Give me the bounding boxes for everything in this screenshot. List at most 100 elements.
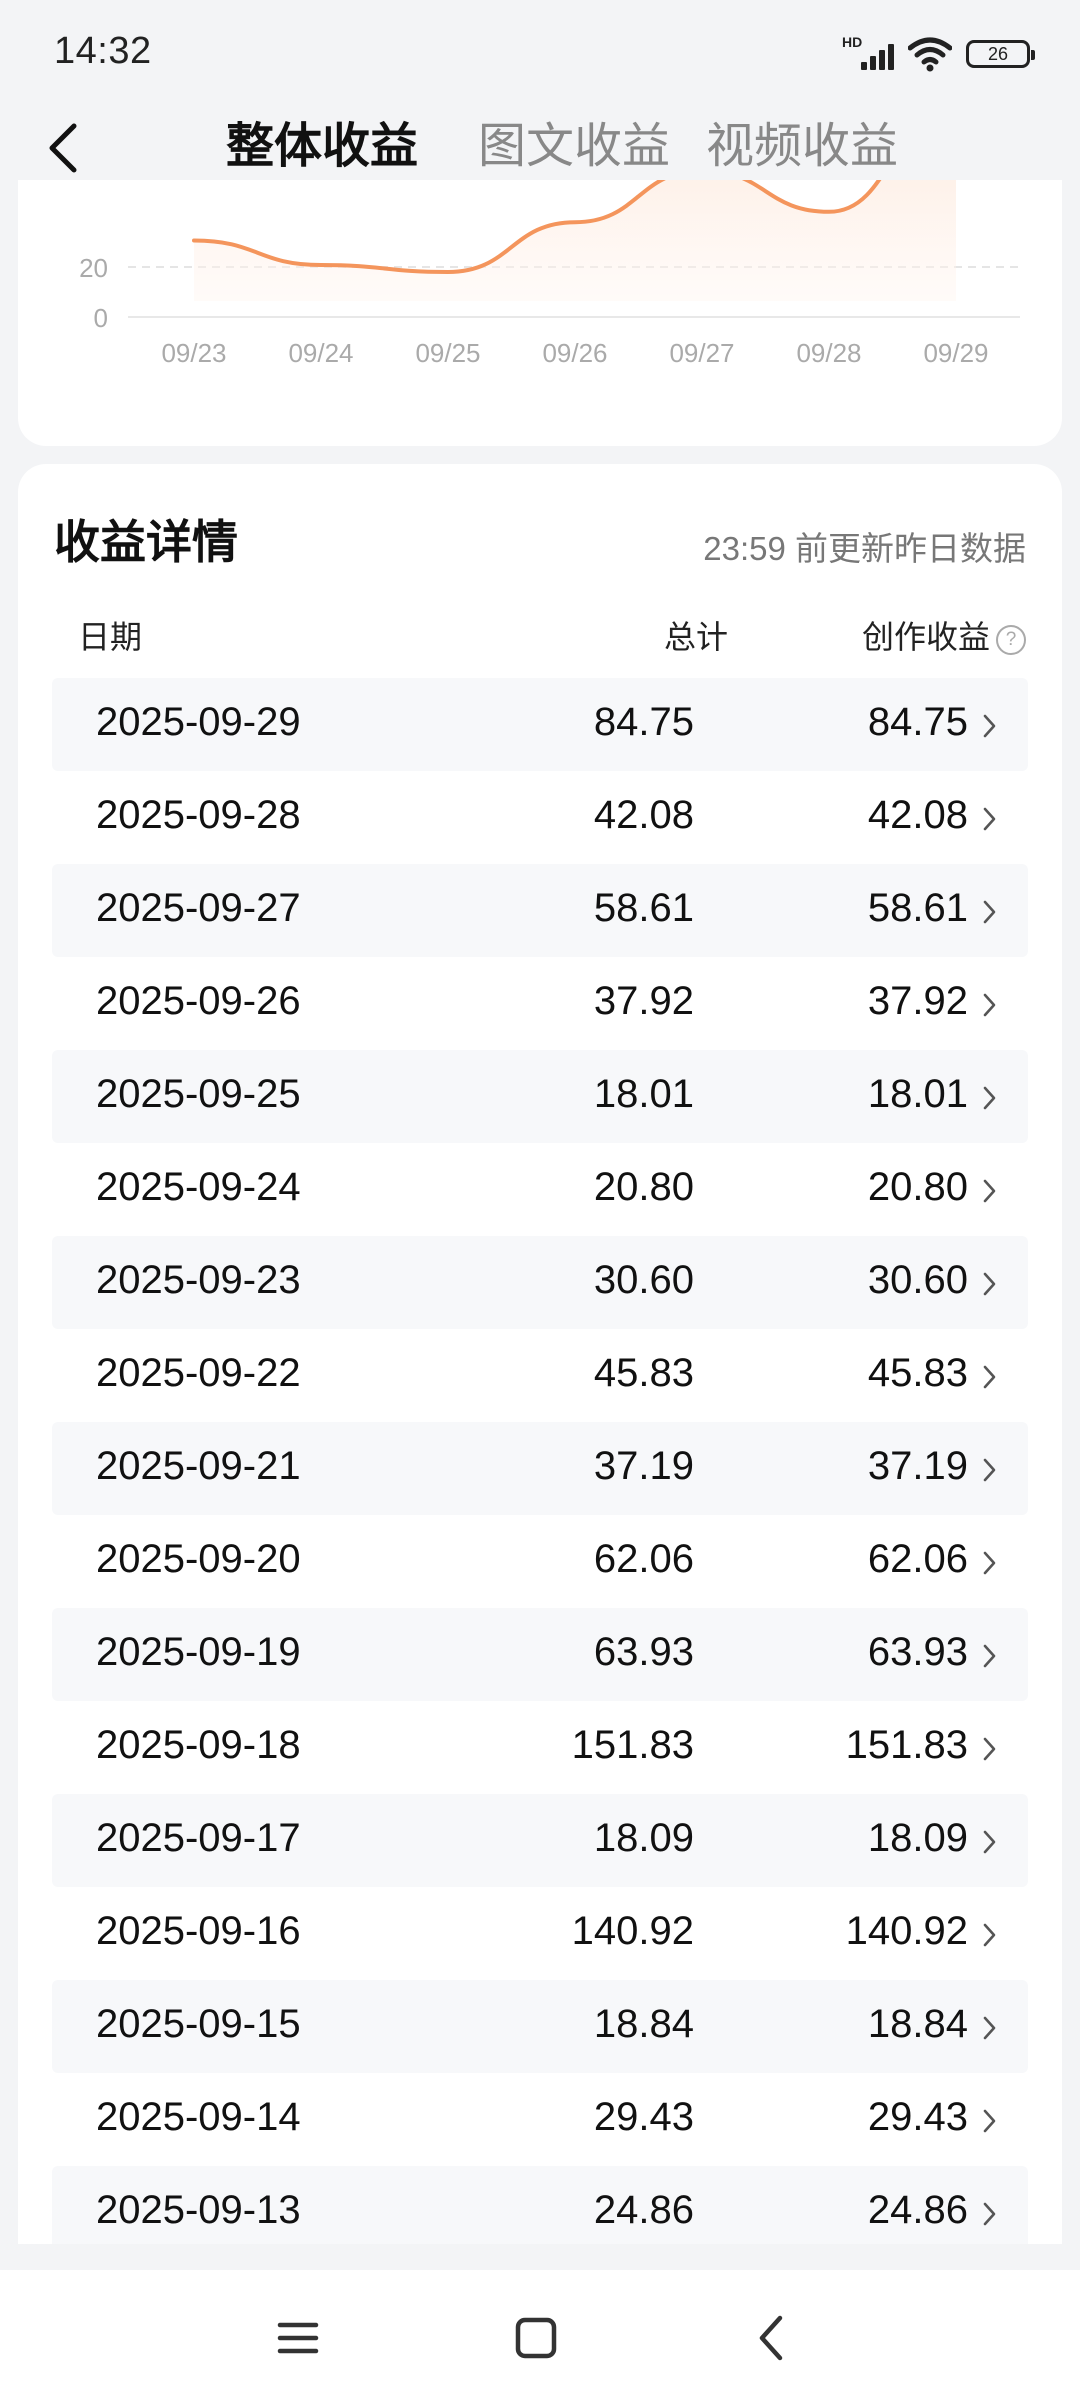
update-note: 23:59 前更新昨日数据 xyxy=(703,530,1026,567)
chevron-right-icon xyxy=(983,1830,996,1854)
row-date: 2025-09-21 xyxy=(96,1444,301,1488)
details-title: 收益详情 xyxy=(54,516,238,568)
table-row[interactable]: 2025-09-22 45.83 45.83 xyxy=(52,1329,1028,1422)
chevron-right-icon xyxy=(983,1644,996,1668)
row-earnings: 37.92 xyxy=(867,979,968,1023)
table-row[interactable]: 2025-09-27 58.61 58.61 xyxy=(52,864,1028,957)
row-earnings: 58.61 xyxy=(867,886,968,930)
x-tick-label: 09/29 xyxy=(923,338,988,368)
chevron-right-icon xyxy=(983,1179,996,1203)
row-earnings: 18.01 xyxy=(867,1072,968,1116)
row-earnings: 18.84 xyxy=(867,2002,968,2046)
chevron-right-icon xyxy=(983,2109,996,2133)
chevron-right-icon xyxy=(983,1272,996,1296)
table-row[interactable]: 2025-09-25 18.01 18.01 xyxy=(52,1050,1028,1143)
row-earnings: 29.43 xyxy=(867,2095,968,2139)
row-date: 2025-09-16 xyxy=(96,1909,301,1953)
y-tick-label: 0 xyxy=(94,303,108,333)
back-triangle-icon[interactable] xyxy=(742,2308,802,2368)
header-earnings-label: 创作收益 xyxy=(861,619,990,655)
row-total: 84.75 xyxy=(593,700,694,744)
x-tick-label: 09/28 xyxy=(796,338,861,368)
row-date: 2025-09-14 xyxy=(96,2095,301,2139)
row-date: 2025-09-13 xyxy=(96,2188,301,2232)
battery-indicator: 26 xyxy=(966,40,1035,68)
menu-icon[interactable] xyxy=(268,2308,328,2368)
tab-overall-earnings[interactable]: 整体收益 xyxy=(226,106,418,176)
row-date: 2025-09-18 xyxy=(96,1723,301,1767)
tab-article-earnings[interactable]: 图文收益 xyxy=(478,106,670,176)
row-total: 37.92 xyxy=(593,979,694,1023)
row-earnings: 62.06 xyxy=(867,1537,968,1581)
table-row[interactable]: 2025-09-23 30.60 30.60 xyxy=(52,1236,1028,1329)
status-icons: HD 26 xyxy=(842,34,1035,74)
row-date: 2025-09-19 xyxy=(96,1630,301,1674)
chevron-right-icon xyxy=(983,1365,996,1389)
table-row[interactable]: 2025-09-29 84.75 84.75 xyxy=(52,678,1028,771)
table-row[interactable]: 2025-09-18 151.83 151.83 xyxy=(52,1701,1028,1794)
signal-icon: HD xyxy=(842,34,894,74)
chevron-right-icon xyxy=(983,993,996,1017)
tab-video-earnings[interactable]: 视频收益 xyxy=(706,106,898,176)
table-row[interactable]: 2025-09-28 42.08 42.08 xyxy=(52,771,1028,864)
table-row[interactable]: 2025-09-26 37.92 37.92 xyxy=(52,957,1028,1050)
earnings-details-card: 收益详情 23:59 前更新昨日数据 日期 总计 创作收益? 2025-09-2… xyxy=(18,464,1062,2244)
table-row[interactable]: 2025-09-13 24.86 24.86 xyxy=(52,2166,1028,2244)
network-type-label: HD xyxy=(842,34,863,50)
chevron-right-icon xyxy=(983,1923,996,1947)
earnings-chart-card: 20 0 09/23 09/24 09/25 09/26 09/27 09/28 09/29 xyxy=(18,180,1062,446)
table-row[interactable]: 2025-09-20 62.06 62.06 xyxy=(52,1515,1028,1608)
row-total: 42.08 xyxy=(593,793,694,837)
row-total: 20.80 xyxy=(593,1165,694,1209)
row-total: 30.60 xyxy=(593,1258,694,1302)
chart-area-fill xyxy=(194,180,956,301)
chevron-right-icon xyxy=(983,900,996,924)
table-row[interactable]: 2025-09-16 140.92 140.92 xyxy=(52,1887,1028,1980)
table-row[interactable]: 2025-09-19 63.93 63.93 xyxy=(52,1608,1028,1701)
row-earnings: 37.19 xyxy=(867,1444,968,1488)
row-total: 18.84 xyxy=(593,2002,694,2046)
row-total: 18.01 xyxy=(593,1072,694,1116)
row-total: 140.92 xyxy=(571,1909,694,1953)
chevron-right-icon xyxy=(983,1458,996,1482)
back-arrow-icon[interactable] xyxy=(38,120,94,176)
status-time: 14:32 xyxy=(54,30,152,72)
row-date: 2025-09-28 xyxy=(96,793,301,837)
row-date: 2025-09-15 xyxy=(96,2002,301,2046)
row-earnings: 20.80 xyxy=(867,1165,968,1209)
row-earnings: 42.08 xyxy=(867,793,968,837)
row-date: 2025-09-27 xyxy=(96,886,301,930)
table-row[interactable]: 2025-09-24 20.80 20.80 xyxy=(52,1143,1028,1236)
battery-level: 26 xyxy=(987,43,1009,64)
table-row[interactable]: 2025-09-21 37.19 37.19 xyxy=(52,1422,1028,1515)
x-tick-label: 09/26 xyxy=(542,338,607,368)
status-bar: 14:32 HD 26 xyxy=(0,0,1080,100)
row-earnings: 45.83 xyxy=(867,1351,968,1395)
chevron-right-icon xyxy=(983,1551,996,1575)
table-row[interactable]: 2025-09-15 18.84 18.84 xyxy=(52,1980,1028,2073)
chevron-right-icon xyxy=(983,714,996,738)
row-date: 2025-09-20 xyxy=(96,1537,301,1581)
x-tick-label: 09/23 xyxy=(161,338,226,368)
row-earnings: 140.92 xyxy=(845,1909,968,1953)
home-square-icon[interactable] xyxy=(506,2308,566,2368)
row-total: 18.09 xyxy=(593,1816,694,1860)
y-tick-label: 20 xyxy=(79,253,108,283)
table-row[interactable]: 2025-09-14 29.43 29.43 xyxy=(52,2073,1028,2166)
row-date: 2025-09-17 xyxy=(96,1816,301,1860)
row-date: 2025-09-26 xyxy=(96,979,301,1023)
chevron-right-icon xyxy=(983,1737,996,1761)
row-earnings: 18.09 xyxy=(867,1816,968,1860)
chevron-right-icon xyxy=(983,1086,996,1110)
row-earnings: 151.83 xyxy=(845,1723,968,1767)
row-total: 29.43 xyxy=(593,2095,694,2139)
help-icon[interactable]: ? xyxy=(996,624,1026,655)
row-total: 58.61 xyxy=(593,886,694,930)
table-row[interactable]: 2025-09-17 18.09 18.09 xyxy=(52,1794,1028,1887)
top-navigation: 整体收益 图文收益 视频收益 xyxy=(0,96,1080,180)
header-earnings: 创作收益? xyxy=(862,612,1026,658)
row-earnings: 63.93 xyxy=(867,1630,968,1674)
chevron-right-icon xyxy=(983,807,996,831)
x-tick-label: 09/24 xyxy=(288,338,353,368)
header-total: 总计 xyxy=(663,619,728,655)
